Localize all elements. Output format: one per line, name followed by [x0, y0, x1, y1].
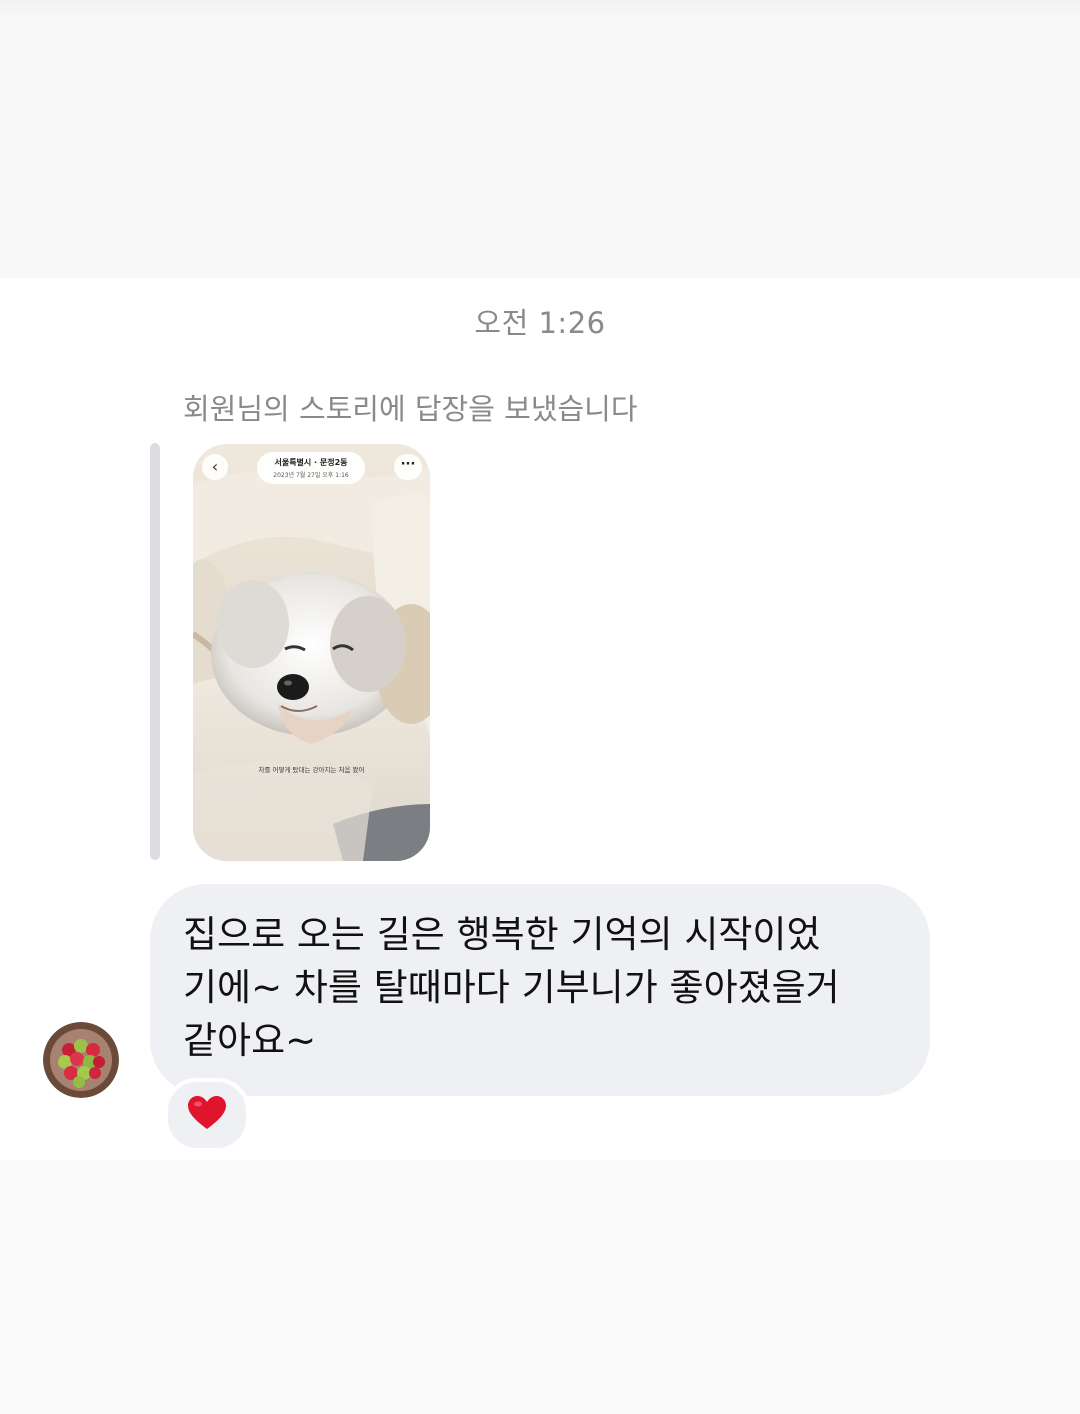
- reaction-badge[interactable]: [164, 1078, 250, 1152]
- message-line-1: 집으로 오는 길은 행복한 기억의 시작이었: [183, 913, 821, 956]
- avatar[interactable]: [43, 1022, 119, 1098]
- story-location: 서울특별시 · 문정2동: [274, 458, 348, 467]
- story-caption: 차를 어떻게 탔대는 강아지는 처음 봤어: [258, 766, 365, 774]
- story-quote-bar: [150, 443, 160, 860]
- story-date: 2023년 7월 27일 오후 1:16: [273, 472, 349, 479]
- top-area: [0, 0, 1080, 278]
- message-line-3: 같아요~: [183, 1019, 317, 1062]
- story-photo: [193, 444, 430, 861]
- message-bubble[interactable]: 집으로 오는 길은 행복한 기억의 시작이었 기에~ 차를 탈때마다 기부니가 …: [150, 884, 930, 1096]
- story-more-button[interactable]: ···: [394, 454, 422, 480]
- message-timestamp: 오전 1:26: [474, 306, 606, 340]
- more-horizontal-icon: ···: [400, 457, 416, 472]
- bottom-area: [0, 1160, 1080, 1414]
- story-location-sticker: 서울특별시 · 문정2동 2023년 7월 27일 오후 1:16: [257, 452, 365, 484]
- red-heart-icon: [188, 1096, 226, 1129]
- chevron-left-icon: ‹: [211, 457, 219, 476]
- story-reply-note: 회원님의 스토리에 답장을 보냈습니다: [183, 392, 638, 426]
- story-preview[interactable]: ‹ 서울특별시 · 문정2동 2023년 7월 27일 오후 1:16 ··· …: [193, 444, 430, 861]
- top-divider: [0, 0, 1080, 22]
- message-line-2: 기에~ 차를 탈때마다 기부니가 좋아졌을거: [183, 966, 840, 1009]
- story-back-button[interactable]: ‹: [202, 454, 228, 480]
- avatar-image: [43, 1022, 119, 1098]
